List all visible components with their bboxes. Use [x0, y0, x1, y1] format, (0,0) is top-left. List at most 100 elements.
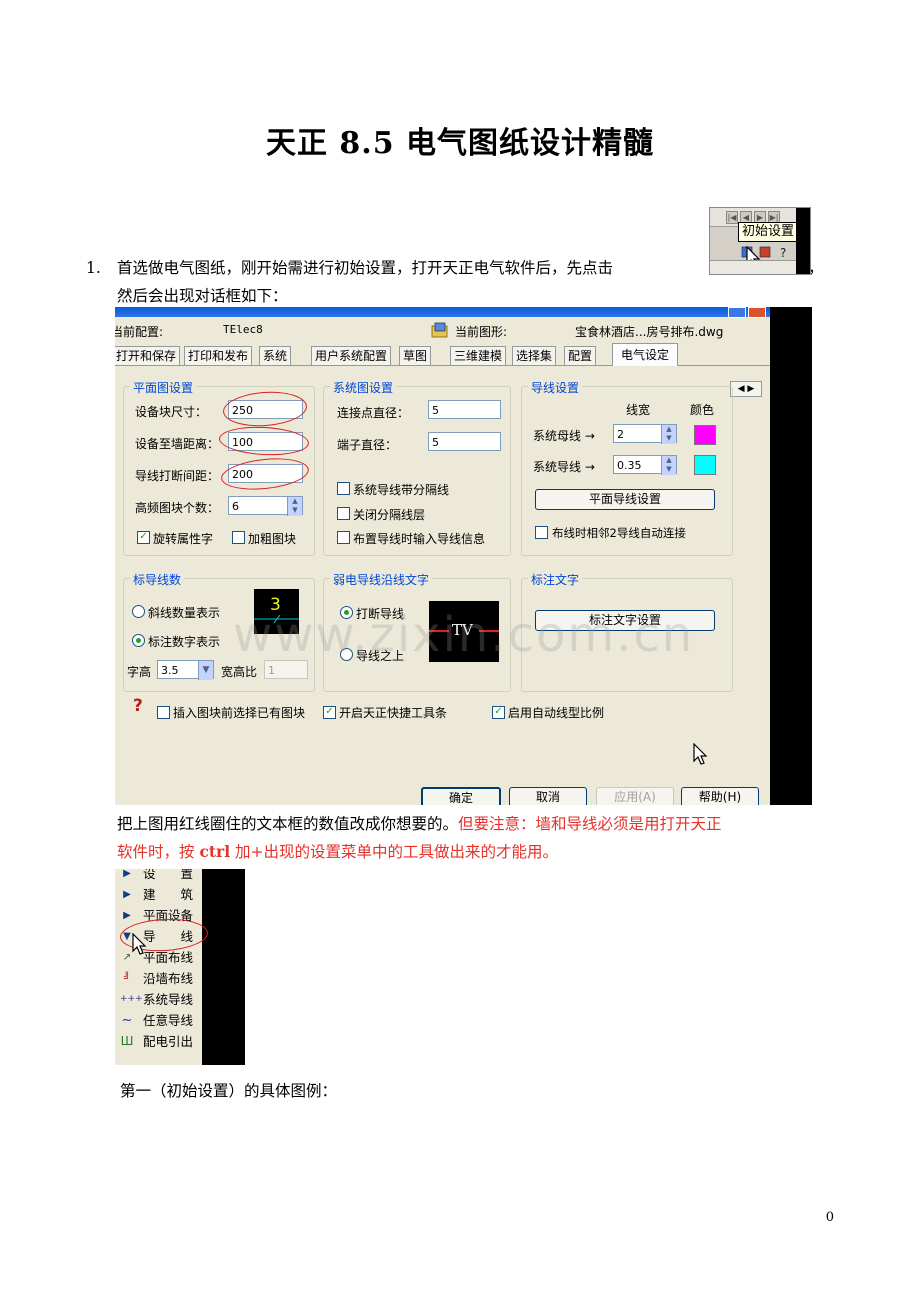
bold-block-label: 加粗图块 [248, 532, 297, 546]
apply-button[interactable]: 应用(A) [596, 787, 674, 805]
warning-text-part-a: 软件时，按 [117, 843, 200, 861]
wire-count-title: 标导线数 [130, 571, 185, 588]
cancel-button[interactable]: 取消 [509, 787, 587, 805]
tab-3d-modeling[interactable]: 三维建模 [450, 346, 507, 365]
bold-block-checkbox[interactable] [232, 531, 245, 544]
auto-connect-checkbox[interactable] [535, 526, 548, 539]
rotate-attr-checkbox[interactable]: ✓ [137, 531, 150, 544]
example-caption: 第一（初始设置）的具体图例： [120, 1082, 338, 1100]
menu-item-settings[interactable]: ▶ 设 置 [115, 869, 202, 884]
tab-plot-publish[interactable]: 打印和发布 [184, 346, 253, 365]
drawing-icon [431, 322, 448, 338]
char-height-select[interactable]: 3.5 ▼ [157, 660, 214, 680]
instruction-black-text: 把上图用红线圈住的文本框的数值改成你想要的。 [117, 815, 459, 833]
node-diameter-input[interactable]: 5 [428, 400, 501, 419]
bus-width-value: 2 [617, 428, 624, 441]
separator-line-checkbox[interactable] [337, 482, 350, 495]
mouse-cursor-icon [693, 743, 708, 765]
tab-drafting[interactable]: 草图 [399, 346, 432, 365]
number-count-radio[interactable] [132, 634, 145, 647]
close-separator-layer-label: 关闭分隔线层 [353, 508, 426, 522]
enable-toolbar-checkbox[interactable]: ✓ [323, 706, 336, 719]
bus-width-spin-icon[interactable]: ▲ ▼ [661, 425, 676, 444]
bus-width-spinner[interactable]: 2 ▲ ▼ [613, 424, 677, 444]
freq-blocks-spinner[interactable]: 6 ▲ ▼ [228, 496, 303, 516]
init-settings-tooltip: 初始设置 [738, 222, 799, 242]
slash-count-radio[interactable] [132, 605, 145, 618]
freq-blocks-value: 6 [232, 500, 239, 513]
freq-blocks-spin-icon[interactable]: ▲ ▼ [287, 497, 302, 516]
menu-item-label: 沿墙布线 [143, 971, 194, 986]
page-number: 0 [825, 1210, 834, 1225]
toolbar-row2 [710, 260, 796, 274]
tab-scroll-arrows[interactable]: ◀ ▶ [730, 381, 762, 397]
rotate-attr-label: 旋转属性字 [153, 532, 214, 546]
plan-wire-settings-button[interactable]: 平面导线设置 [535, 489, 715, 510]
tab-open-save[interactable]: 打开和保存 [115, 346, 181, 365]
close-separator-layer-checkbox[interactable] [337, 507, 350, 520]
help-button[interactable]: 帮助(H) [681, 787, 759, 805]
tab-selection[interactable]: 选择集 [512, 346, 557, 365]
warning-text-part-c: 加+出现的设置菜单中的工具做出来的才能用。 [230, 843, 559, 861]
wire-width-value: 0.35 [617, 459, 642, 472]
terminal-diameter-label: 端子直径： [337, 438, 398, 452]
freq-blocks-label: 高频图块个数： [135, 501, 220, 515]
menu-item-architecture[interactable]: ▶ 建 筑 [115, 884, 202, 905]
break-gap-label: 导线打断间距： [135, 469, 220, 483]
dialog-close-button[interactable] [748, 307, 766, 318]
wire-color-swatch[interactable] [694, 455, 716, 475]
wire-label: 系统导线 → [533, 460, 595, 474]
menu-item-wall-wiring[interactable]: ╝ 沿墙布线 [115, 968, 202, 989]
tab-system[interactable]: 系统 [259, 346, 292, 365]
dialog-tabs: 打开和保存 打印和发布 系统 用户系统配置 草图 三维建模 选择集 配置 电气设… [115, 343, 770, 397]
ctrl-key-text: ctrl [199, 842, 231, 861]
list-number: 1. [86, 259, 101, 277]
menu-item-label: 建 筑 [143, 887, 194, 902]
wire-color-header: 颜色 [690, 403, 715, 417]
tab-electrical[interactable]: 电气设定 [612, 343, 679, 366]
weak-current-title: 弱电导线沿线文字 [330, 571, 433, 588]
enable-toolbar-label: 开启天正快捷工具条 [339, 706, 448, 720]
menu-screenshot: ▶ 设 置 ▶ 建 筑 ▶ 平面设备 ▼ 导 线 ↗ 平面布线 ╝ 沿墙布线 +++ 系统导线… [115, 869, 245, 1065]
menu-item-free-wire[interactable]: ~ 任意导线 [115, 1010, 202, 1031]
wire-settings-title: 导线设置 [528, 379, 583, 396]
item1-text-line1: 首选做电气图纸，刚开始需进行初始设置，打开天正电气软件后，先点击 [117, 259, 614, 277]
menu-item-label: 系统导线 [143, 992, 194, 1007]
input-wire-info-checkbox[interactable] [337, 531, 350, 544]
tab-profiles[interactable]: 配置 [564, 346, 597, 365]
char-height-value: 3.5 [161, 664, 179, 677]
aspect-ratio-label: 宽高比 [221, 665, 258, 679]
menu-item-distribution-outlet[interactable]: Ш 配电引出 [115, 1031, 202, 1052]
config-bar: 当前配置: TElec8 当前图形: 宝食林酒店...房号排布.dwg [115, 319, 770, 343]
number-count-label: 标注数字表示 [148, 635, 221, 649]
separator-line-label: 系统导线带分隔线 [353, 483, 450, 497]
options-dialog-screenshot: 当前配置: TElec8 当前图形: 宝食林酒店...房号排布.dwg 打开和保… [115, 307, 812, 805]
menu-item-label: 任意导线 [143, 1013, 194, 1028]
input-wire-info-label: 布置导线时输入导线信息 [353, 532, 486, 546]
chevron-down-icon[interactable]: ▼ [198, 661, 213, 680]
block-size-label: 设备块尺寸： [135, 405, 208, 419]
dialog-minimize-button[interactable] [728, 307, 746, 318]
nav-first-icon: |◀ [726, 211, 738, 224]
current-drawing-label: 当前图形: [455, 325, 508, 339]
menu-item-system-wire[interactable]: +++ 系统导线 [115, 989, 202, 1010]
warning-text-line2: 软件时，按 ctrl 加+出现的设置菜单中的工具做出来的才能用。 [117, 838, 558, 866]
ok-button[interactable]: 确定 [421, 787, 501, 805]
bus-color-swatch[interactable] [694, 425, 716, 445]
expand-arrow-icon: ▶ [123, 869, 131, 879]
tab-user-prefs[interactable]: 用户系统配置 [311, 346, 392, 365]
document-title: 天正 8.5 电气图纸设计精髓 [265, 126, 655, 161]
menu-list: ▶ 设 置 ▶ 建 筑 ▶ 平面设备 ▼ 导 线 ↗ 平面布线 ╝ 沿墙布线 +++ 系统导线… [115, 869, 202, 1065]
auto-linetype-scale-label: 启用自动线型比例 [508, 706, 605, 720]
menu-item-label: 配电引出 [143, 1034, 194, 1049]
free-wire-icon: ~ [121, 1013, 133, 1028]
dialog-titlebar [115, 307, 770, 317]
auto-linetype-scale-checkbox[interactable]: ✓ [492, 706, 505, 719]
wire-width-spinner[interactable]: 0.35 ▲ ▼ [613, 455, 677, 475]
wire-width-spin-icon[interactable]: ▲ ▼ [661, 456, 676, 475]
help-question-icon[interactable]: ? [133, 696, 143, 716]
toolbar-dark-edge [796, 208, 810, 274]
toolbar-screenshot: |◀ ◀ ▶ ▶| 初始设置 ? [709, 207, 811, 275]
terminal-diameter-input[interactable]: 5 [428, 432, 501, 451]
insert-existing-block-checkbox[interactable] [157, 706, 170, 719]
